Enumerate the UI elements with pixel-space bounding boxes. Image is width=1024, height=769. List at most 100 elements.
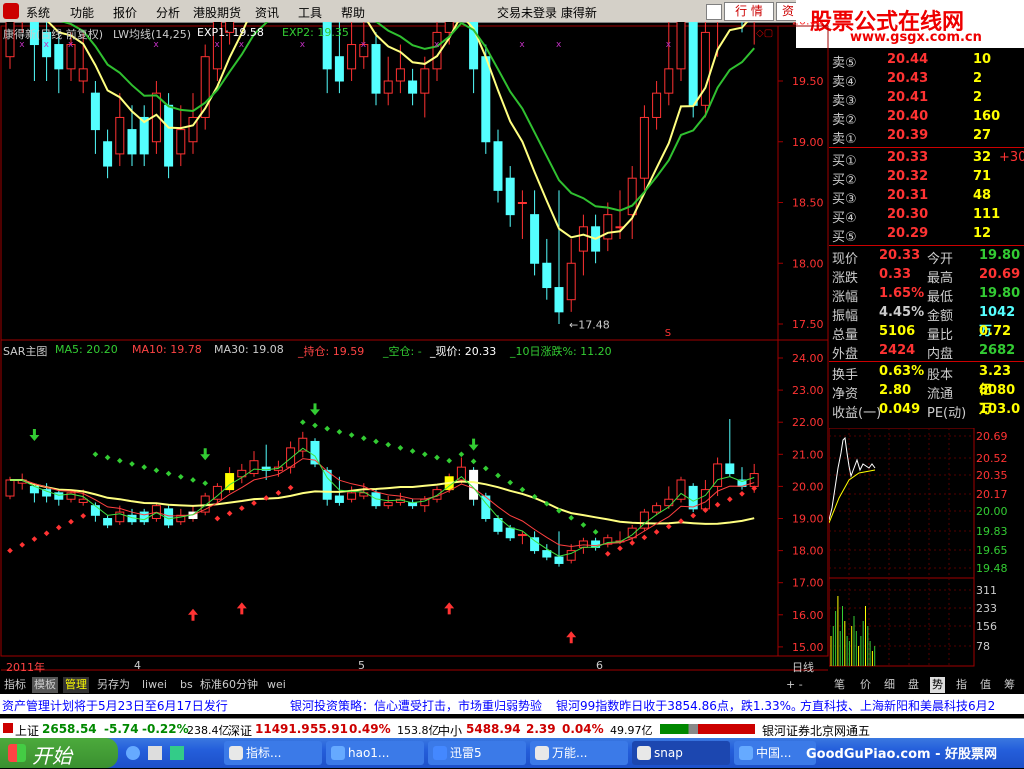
sar-dot: [348, 432, 355, 438]
bid-row[interactable]: 买② 20.32 71: [829, 168, 1024, 188]
taskbar-item-indicator[interactable]: 指标...: [224, 741, 322, 765]
tab-value[interactable]: 值: [978, 677, 993, 693]
chart-border: [0, 25, 829, 657]
candle-body: [347, 44, 357, 70]
tab-detail[interactable]: 细: [882, 677, 897, 693]
event-marker: x: [519, 40, 525, 50]
menu-function[interactable]: 功能: [70, 4, 94, 21]
sh-change: -5.74: [104, 722, 139, 736]
stat-label: 量比: [927, 328, 954, 343]
ask-row[interactable]: 卖④ 20.43 2: [829, 70, 1024, 90]
tab-indicator[interactable]: 指标: [2, 677, 28, 693]
folder-icon: [535, 746, 549, 760]
taskbar-item-wanneng[interactable]: 万能...: [530, 741, 628, 765]
stat-label: 涨幅: [832, 290, 859, 305]
tab-trend[interactable]: 势: [930, 677, 945, 693]
y-tick-label: 18.00: [792, 257, 824, 270]
quote-button[interactable]: 行 情: [724, 2, 774, 21]
taskbar-item-hao[interactable]: hao1...: [326, 741, 424, 765]
stat-row[interactable]: 总量 5106 量比 0.72: [829, 323, 1024, 343]
taskbar-item-china[interactable]: 中国...: [734, 741, 816, 765]
plus-minus-control[interactable]: + -: [784, 677, 805, 693]
bid-row[interactable]: 买⑤ 20.29 12: [829, 225, 1024, 245]
sh-value: 2658.54: [42, 722, 97, 736]
minimize-icon[interactable]: [706, 4, 722, 20]
taskbar-label: 迅雷5: [450, 746, 482, 760]
menu-tools[interactable]: 工具: [298, 4, 322, 21]
tab-index[interactable]: 指: [954, 677, 969, 693]
quicklaunch-ie-icon[interactable]: [126, 746, 140, 760]
taskbar-item-snap[interactable]: snap: [632, 741, 730, 765]
stat-row[interactable]: 现价 20.33 今开 19.80: [829, 247, 1024, 267]
ask-row[interactable]: 卖① 20.39 27: [829, 127, 1024, 147]
news-item-4[interactable]: 方直科技、上海新阳和美晨科技6月2: [800, 697, 995, 714]
tab-manage[interactable]: 管理: [63, 677, 89, 693]
ask-label: 卖④: [832, 75, 857, 90]
y-tick-label: 17.50: [792, 318, 824, 331]
menu-system[interactable]: 系统: [26, 4, 50, 21]
intraday-chart[interactable]: 20.69 20.52 20.35 20.17 20.00 19.83 19.65 19.48…: [829, 428, 1024, 676]
ie-icon: [739, 746, 753, 760]
bid-row[interactable]: 买① 20.33 32 +30: [829, 149, 1024, 169]
news-item-1[interactable]: 资产管理计划将于5月23日至6月17日发行: [2, 697, 228, 714]
taskbar-item-thunder[interactable]: 迅雷5: [428, 741, 526, 765]
month-5-label: 5: [358, 659, 365, 672]
stat-row[interactable]: 振幅 4.45% 金额 1042万: [829, 304, 1024, 339]
news-ticker[interactable]: 资产管理计划将于5月23日至6月17日发行 银河投资策略：信心遭受打击，市场重归…: [0, 694, 1024, 714]
market-breadth-bar: [660, 724, 755, 734]
indicator-name[interactable]: LW均线(14,25): [113, 26, 191, 42]
news-item-2[interactable]: 银河投资策略：信心遭受打击，市场重归弱势验: [290, 697, 542, 714]
start-button[interactable]: 开始: [0, 738, 118, 768]
tab-price[interactable]: 价: [858, 677, 873, 693]
candle-body: [664, 68, 674, 94]
ask-row[interactable]: 卖⑤ 20.44 10: [829, 51, 1024, 71]
start-label: 开始: [32, 744, 72, 768]
bid-row[interactable]: 买④ 20.30 111: [829, 206, 1024, 226]
tab-trades[interactable]: 笔: [832, 677, 847, 693]
menu-info[interactable]: 资讯: [255, 4, 279, 21]
tab-liwei[interactable]: liwei: [140, 677, 169, 693]
stat-row[interactable]: 涨跌 0.33 最高 20.69: [829, 266, 1024, 286]
tab-60min[interactable]: 标准60分钟: [198, 677, 260, 693]
stat-row[interactable]: 净资 2.80 流通 8080万: [829, 382, 1024, 417]
axis-labels: 21.5021.0020.5020.0019.5019.0018.5018.00…: [756, 22, 824, 654]
ask-price: 20.40: [887, 109, 929, 124]
quicklaunch-app-icon[interactable]: [170, 746, 184, 760]
tab-book[interactable]: 盘: [906, 677, 921, 693]
candle-body: [542, 262, 552, 289]
tab-bs[interactable]: bs: [178, 677, 195, 693]
tab-save-as[interactable]: 另存为: [95, 677, 132, 693]
sar-dot: [507, 479, 514, 486]
orderbook-divider: [829, 147, 1024, 148]
candle-body: [554, 287, 564, 313]
menu-hk-futures[interactable]: 港股期货: [193, 4, 241, 21]
ask-row[interactable]: 卖② 20.40 160: [829, 108, 1024, 128]
sar-dot: [226, 510, 233, 517]
tab-chips[interactable]: 筹: [1002, 677, 1017, 693]
stat-value: 2424: [879, 343, 916, 358]
stat-row[interactable]: 外盘 2424 内盘 2682: [829, 342, 1024, 362]
tab-wei[interactable]: wei: [265, 677, 288, 693]
menu-analysis[interactable]: 分析: [156, 4, 180, 21]
quicklaunch-desktop-icon[interactable]: [148, 746, 162, 760]
y-tick-label: 23.00: [792, 384, 824, 397]
menu-help[interactable]: 帮助: [341, 4, 365, 21]
stat-row[interactable]: 换手 0.63% 股本 3.23亿: [829, 363, 1024, 398]
layout-icon[interactable]: ◇▢: [756, 28, 773, 39]
tab-template[interactable]: 模板: [32, 677, 58, 693]
sar-candle-body: [725, 463, 735, 475]
stat-row[interactable]: 收益(一) 0.049 PE(动) 103.0: [829, 401, 1024, 421]
ask-row[interactable]: 卖③ 20.41 2: [829, 89, 1024, 109]
stat-row[interactable]: 涨幅 1.65% 最低 19.80: [829, 285, 1024, 305]
sar-title[interactable]: SAR主图: [3, 343, 47, 359]
bid-row[interactable]: 买③ 20.31 48: [829, 187, 1024, 207]
intraday-tick-label: 233: [976, 602, 997, 615]
menu-quote[interactable]: 报价: [113, 4, 137, 21]
sar-dot: [617, 545, 623, 552]
ask-price: 20.44: [887, 52, 929, 67]
news-item-3[interactable]: 银河99指数昨日收于3854.86点，跌1.33%。: [556, 697, 803, 714]
sar-dot: [80, 513, 87, 519]
intraday-tick-label: 20.69: [976, 430, 1008, 443]
intraday-tick-label: 19.65: [976, 544, 1008, 557]
period-label[interactable]: 日线: [792, 659, 814, 675]
